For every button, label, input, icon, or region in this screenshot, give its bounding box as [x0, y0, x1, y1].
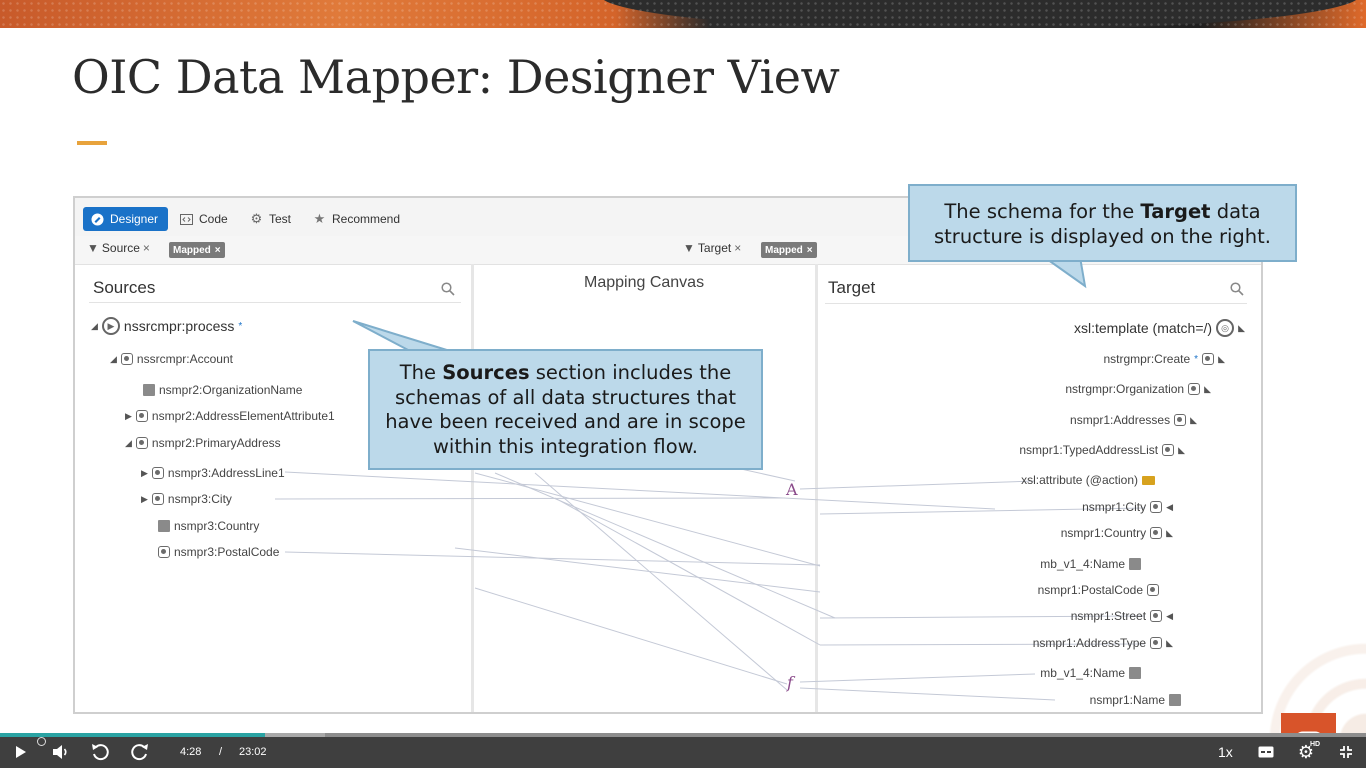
node-label: xsl:attribute (@action)	[1021, 473, 1138, 487]
target-node-mb-name-2[interactable]: mb_v1_4:Name	[1040, 666, 1141, 680]
title-accent-bar	[77, 141, 107, 145]
callout-bold-text: Target	[1140, 200, 1211, 223]
rewind-icon[interactable]	[89, 742, 111, 762]
header-banner	[0, 0, 1366, 28]
node-label: nsmpr1:Country	[1060, 526, 1147, 540]
slide-title: OIC Data Mapper: Designer View	[72, 50, 840, 104]
node-label: nsmpr1:Name	[1089, 693, 1165, 707]
collapse-icon[interactable]: ◀	[1166, 502, 1173, 513]
callout-bold-text: Sources	[442, 361, 530, 384]
template-icon: ◎	[1216, 319, 1235, 337]
node-label: mb_v1_4:Name	[1040, 557, 1125, 571]
expand-icon[interactable]: ◣	[1204, 384, 1211, 395]
element-icon	[1150, 527, 1163, 539]
target-node-postalcode[interactable]: nsmpr1:PostalCode	[1038, 583, 1159, 597]
string-icon	[1129, 667, 1141, 679]
sources-callout: The Sources section includes the schemas…	[368, 349, 763, 470]
target-node-organization[interactable]: nstrgmpr:Organization ◣	[1065, 382, 1211, 396]
expand-icon[interactable]: ◣	[1178, 445, 1185, 456]
string-icon	[1169, 694, 1181, 706]
target-underline	[825, 303, 1247, 304]
fullscreen-icon[interactable]	[1335, 742, 1357, 762]
duration: 23:02	[239, 746, 267, 758]
node-label: nsmpr1:AddressType	[1032, 636, 1147, 650]
callout-text: The	[399, 361, 443, 384]
settings-gear-icon[interactable]: ⚙ HD	[1295, 741, 1321, 762]
expand-icon[interactable]: ◣	[1238, 323, 1245, 334]
target-node-addresses[interactable]: nsmpr1:Addresses ◣	[1070, 413, 1197, 427]
forward-icon[interactable]	[129, 742, 151, 762]
node-label: nsmpr1:PostalCode	[1037, 583, 1143, 597]
canvas-function-mark-f[interactable]: f	[787, 673, 793, 692]
element-icon	[1150, 610, 1163, 622]
expand-icon[interactable]: ◣	[1218, 354, 1225, 365]
node-label: nsmpr1:TypedAddressList	[1019, 443, 1159, 457]
video-player-bar	[0, 735, 1366, 768]
expand-icon[interactable]: ◣	[1166, 638, 1173, 649]
element-icon	[1150, 637, 1163, 649]
collapse-icon[interactable]: ◀	[1166, 611, 1173, 622]
target-node-mb-name[interactable]: mb_v1_4:Name	[1040, 557, 1141, 571]
target-heading: Target	[828, 278, 876, 297]
target-node-action-attribute[interactable]: xsl:attribute (@action)	[1021, 473, 1155, 487]
required-marker: *	[1194, 353, 1199, 365]
target-node-name[interactable]: nsmpr1:Name	[1090, 693, 1181, 707]
element-icon	[1174, 414, 1187, 426]
progress-played	[0, 733, 42, 737]
element-icon	[1147, 584, 1159, 596]
target-node-typedaddresslist[interactable]: nsmpr1:TypedAddressList ◣	[1019, 443, 1185, 457]
node-label: mb_v1_4:Name	[1040, 666, 1125, 680]
volume-icon[interactable]	[50, 742, 72, 762]
node-label: nsmpr1:Street	[1070, 609, 1147, 623]
search-icon[interactable]	[1230, 282, 1244, 296]
captions-icon[interactable]	[1255, 742, 1277, 762]
element-icon	[1202, 353, 1215, 365]
canvas-function-mark-a[interactable]: A	[786, 480, 798, 499]
complex-element-icon	[1162, 444, 1175, 456]
current-time: 4:28	[180, 746, 202, 758]
complex-element-icon	[1188, 383, 1201, 395]
element-icon	[1150, 501, 1163, 513]
time-separator: /	[219, 746, 223, 758]
node-label: nstrgmpr:Create	[1103, 352, 1191, 366]
target-node-country[interactable]: nsmpr1:Country ◣	[1061, 526, 1173, 540]
string-icon	[1129, 558, 1141, 570]
target-callout: The schema for the Target data structure…	[908, 184, 1297, 262]
node-label: nsmpr1:Addresses	[1070, 413, 1171, 427]
target-node-create[interactable]: nstrgmpr:Create * ◣	[1103, 352, 1225, 366]
target-node-template[interactable]: xsl:template (match=/) ◎ ◣	[1074, 319, 1245, 337]
node-label: nsmpr1:City	[1082, 500, 1147, 514]
callout-text: The schema for the	[944, 200, 1141, 223]
playback-speed[interactable]: 1x	[1218, 744, 1233, 760]
node-label: nstrgmpr:Organization	[1065, 382, 1185, 396]
play-icon[interactable]	[10, 742, 32, 762]
target-node-addresstype[interactable]: nsmpr1:AddressType ◣	[1033, 636, 1173, 650]
xyz-icon	[1142, 475, 1155, 485]
progress-handle[interactable]	[37, 737, 46, 746]
expand-icon[interactable]: ◣	[1166, 528, 1173, 539]
node-label: xsl:template (match=/)	[1073, 320, 1213, 336]
target-node-city[interactable]: nsmpr1:City ◀	[1082, 500, 1173, 514]
hd-badge: HD	[1310, 741, 1321, 748]
expand-icon[interactable]: ◣	[1190, 415, 1197, 426]
target-node-street[interactable]: nsmpr1:Street ◀	[1071, 609, 1173, 623]
progress-played-trail	[42, 733, 265, 737]
